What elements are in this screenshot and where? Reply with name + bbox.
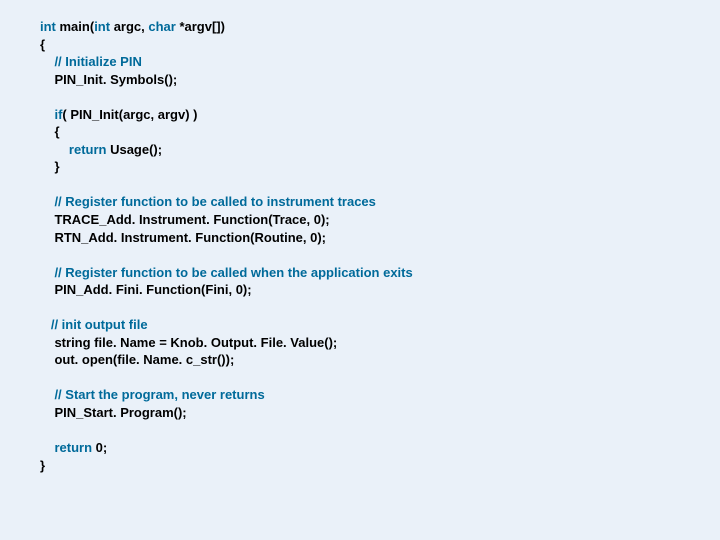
text: Usage(); [106,142,162,157]
code-comment-register-exit: // Register function to be called when t… [40,264,720,282]
code-line-if: if( PIN_Init(argc, argv) ) [40,106,720,124]
indent [40,142,69,157]
code-line-outopen: out. open(file. Name. c_str()); [40,351,720,369]
code-comment-register-traces: // Register function to be called to ins… [40,193,720,211]
text: *argv[]) [176,19,225,34]
keyword-int: int [94,19,110,34]
keyword-return: return [69,142,107,157]
blank-line [40,246,720,264]
code-slide: int main(int argc, char *argv[]) { // In… [0,0,720,474]
code-line-trace-add: TRACE_Add. Instrument. Function(Trace, 0… [40,211,720,229]
blank-line [40,88,720,106]
code-line-brace-close: } [40,158,720,176]
code-line-return-0: return 0; [40,439,720,457]
code-line-rtn-add: RTN_Add. Instrument. Function(Routine, 0… [40,229,720,247]
code-line-filename: string file. Name = Knob. Output. File. … [40,334,720,352]
text: ( PIN_Init(argc, argv) ) [62,107,197,122]
indent [40,107,54,122]
code-line-initsymbols: PIN_Init. Symbols(); [40,71,720,89]
code-comment-init-pin: // Initialize PIN [40,53,720,71]
code-line-brace: { [40,123,720,141]
keyword-int: int [40,19,56,34]
indent [40,440,54,455]
keyword-char: char [148,19,175,34]
code-line-startprogram: PIN_Start. Program(); [40,404,720,422]
blank-line [40,422,720,440]
code-line-final-brace: } [40,457,720,475]
code-comment-start-program: // Start the program, never returns [40,386,720,404]
blank-line [40,369,720,387]
code-comment-init-output: // init output file [40,316,720,334]
code-line-return-usage: return Usage(); [40,141,720,159]
blank-line [40,176,720,194]
keyword-return: return [54,440,92,455]
blank-line [40,299,720,317]
code-line-brace-open: { [40,36,720,54]
text: argc, [110,19,148,34]
text: 0; [92,440,107,455]
code-line-signature: int main(int argc, char *argv[]) [40,18,720,36]
text: main( [56,19,94,34]
code-line-addfini: PIN_Add. Fini. Function(Fini, 0); [40,281,720,299]
